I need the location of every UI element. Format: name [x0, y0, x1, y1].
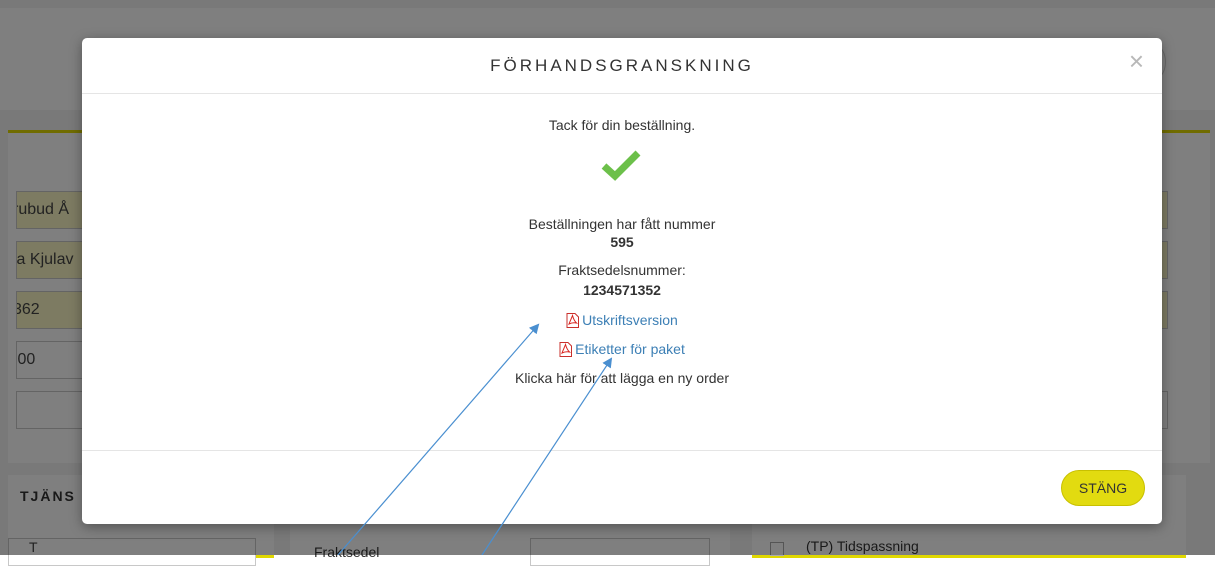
arrow-to-package-labels [481, 357, 613, 555]
annotation-arrows [337, 323, 613, 555]
arrow-to-print-version [337, 323, 540, 555]
